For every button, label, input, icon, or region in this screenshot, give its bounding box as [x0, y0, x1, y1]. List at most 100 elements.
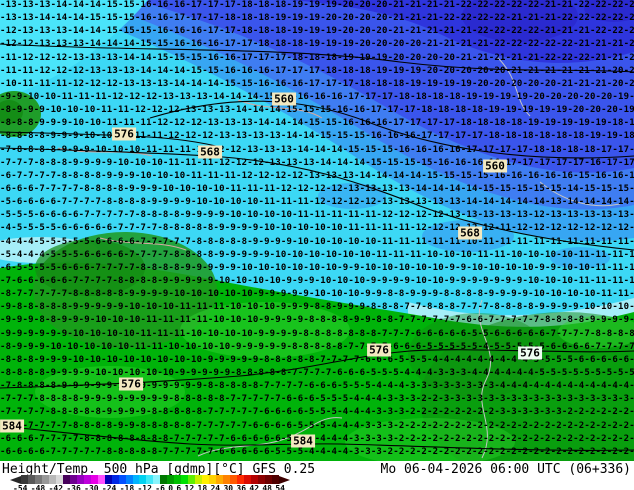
contour-label: 568 [198, 145, 222, 159]
contour-label: 560 [272, 92, 296, 106]
scale-segment [55, 475, 63, 484]
scale-segment [125, 475, 133, 484]
scale-tick-label: 42 [249, 484, 260, 490]
temp-row: -4-5-5-5-5-6-6-6-6-6-7-7-7-7-8-8-8-8-8-9… [0, 223, 634, 234]
scale-arrow-right-icon [279, 475, 290, 484]
scale-tick-label: -30 [84, 484, 99, 490]
scale-segment [153, 475, 161, 484]
scale-segment [209, 475, 217, 484]
scale-segment [48, 475, 56, 484]
scale-segment [188, 475, 196, 484]
scale-tick-label: 24 [210, 484, 221, 490]
scale-row [10, 475, 310, 484]
scale-tick-label: 12 [184, 484, 195, 490]
scale-tick-label: 54 [275, 484, 285, 490]
scale-segment [271, 475, 279, 484]
scale-segment [21, 475, 28, 484]
scale-tick-label: -12 [137, 484, 152, 490]
digit-field: -13-13-13-14-14-14-15-15-16-16-16-17-17-… [0, 0, 634, 461]
temp-row: -8-8-8-9-9-9-10-10-11-11-11-12-12-12-13-… [0, 118, 634, 129]
temp-row: -5-6-6-6-6-7-7-7-7-8-8-8-8-9-9-9-9-10-10… [0, 197, 634, 208]
scale-segment [104, 475, 112, 484]
temp-row: -13-13-14-14-14-15-15-15-16-16-17-17-17-… [0, 13, 634, 24]
scale-segment [27, 475, 35, 484]
map-area: -13-13-13-14-14-14-15-15-16-16-16-17-17-… [0, 0, 634, 461]
scale-segment [257, 475, 265, 484]
scale-segment [237, 475, 244, 484]
contour-label: 576 [112, 127, 136, 141]
scale-segment [244, 475, 251, 484]
temp-row: -7-7-7-8-8-8-8-9-9-9-9-9-9-9-9-8-8-8-8-8… [0, 394, 634, 405]
temp-row: -5-4-4-4-5-5-5-6-6-6-6-7-7-7-7-8-8-8-8-9… [0, 249, 634, 260]
scale-segment [69, 475, 77, 484]
temp-row: -11-12-12-12-13-13-13-14-14-15-15-15-16-… [0, 52, 634, 63]
scale-tick-label: -48 [30, 484, 46, 490]
contour-label: 576 [367, 343, 391, 357]
contour-label: 576 [119, 377, 143, 391]
scale-tick-label: 6 [176, 484, 182, 490]
scale-segment [160, 475, 168, 484]
scale-color-bar [21, 475, 279, 484]
scale-labels: -54 -48 -42 -36 -30 -24 -18 -12 -6 0 6 12 18 24 30 36 42… [13, 484, 285, 490]
temp-row: -9-9-9-8-8-9-9-9-10-10-10-11-11-11-11-10… [0, 315, 634, 326]
temp-row: -5-5-5-6-6-6-6-7-7-7-7-7-8-8-8-8-9-9-9-9… [0, 210, 634, 221]
scale-segment [118, 475, 126, 484]
temp-row: -8-7-7-7-7-7-8-8-8-8-8-9-9-9-9-10-10-10-… [0, 289, 634, 300]
temp-row: -12-12-13-13-13-14-14-14-15-15-16-16-16-… [0, 39, 634, 50]
scale-tick-label: -42 [48, 484, 64, 490]
scale-segment [264, 475, 272, 484]
footer-bar: Height/Temp. 500 hPa [gdmp][°C] GFS 0.25… [0, 461, 634, 490]
temp-row: -6-7-7-7-7-8-8-8-8-9-9-9-10-10-10-11-11-… [0, 170, 634, 181]
temp-row: -9-9-10-10-11-11-11-12-12-12-13-13-13-14… [0, 91, 634, 102]
scale-tick-label: 48 [262, 484, 272, 490]
scale-tick-label: -18 [119, 484, 135, 490]
weather-map-frame: -13-13-13-14-14-14-15-15-16-16-16-17-17-… [0, 0, 634, 490]
scale-tick-label: -24 [101, 484, 117, 490]
scale-segment [132, 475, 140, 484]
temp-row: -6-6-6-7-7-7-7-8-8-8-8-8-8-8-8-7-7-7-7-7… [0, 433, 634, 444]
temp-row: -7-8-8-8-8-9-9-9-9-9-10-10-9-9-9-9-9-8-8… [0, 381, 634, 392]
scale-segment [223, 475, 231, 484]
temp-row: -7-8-8-8-8-9-9-9-10-10-10-11-11-11-12-12… [0, 144, 634, 155]
temp-row: -7-6-6-6-6-6-7-7-7-7-8-8-8-8-9-9-9-9-9-1… [0, 275, 634, 286]
temp-row: -8-8-8-8-9-9-9-10-10-10-11-11-12-12-12-1… [0, 131, 634, 142]
scale-segment [83, 475, 91, 484]
scale-segment [146, 475, 154, 484]
temperature-scale: -54 -48 -42 -36 -30 -24 -18 -12 -6 0 6 12 18 24 30 36 42… [10, 475, 310, 490]
scale-tick-label: 36 [236, 484, 247, 490]
scale-segment [167, 475, 175, 484]
scale-segment [76, 475, 84, 484]
temp-row: -4-4-4-5-5-5-5-5-6-6-6-6-7-7-7-7-7-8-8-8… [0, 236, 634, 247]
temp-row: -7-7-7-7-8-8-8-8-8-9-9-9-9-8-8-8-8-8-7-7… [0, 407, 634, 418]
scale-tick-label: 0 [168, 484, 174, 490]
scale-segment [111, 475, 119, 484]
temp-row: -6-6-6-7-7-7-7-8-8-8-8-9-9-9-10-10-10-10… [0, 183, 634, 194]
valid-time: Mo 06-04-2026 06:00 UTC (06+336) [380, 462, 631, 477]
temp-row: -6-5-5-5-5-6-6-6-7-7-7-7-8-8-8-8-9-9-9-9… [0, 262, 634, 273]
scale-segment [174, 475, 182, 484]
contour-label: 584 [291, 434, 315, 448]
temp-row: -6-7-7-7-7-7-8-8-8-8-9-9-8-8-8-8-8-7-7-7… [0, 420, 634, 431]
scale-tick-label: 30 [223, 484, 234, 490]
scale-segment [62, 475, 70, 484]
contour-label: 568 [458, 226, 482, 240]
temp-row: -10-11-11-11-12-12-12-13-13-13-14-14-14-… [0, 78, 634, 89]
contour-label: 584 [0, 419, 24, 433]
temp-row: -8-8-8-8-9-9-9-9-10-10-10-10-10-9-9-9-9-… [0, 367, 634, 378]
scale-arrow-left-icon [10, 475, 21, 484]
scale-tick-label: -36 [66, 484, 81, 490]
temp-row: -9-9-9-9-9-9-10-10-10-10-11-11-11-10-10-… [0, 328, 634, 339]
scale-segment [181, 475, 189, 484]
scale-segment [202, 475, 210, 484]
scale-segment [195, 475, 203, 484]
scale-segment [90, 475, 98, 484]
scale-tick-label: -54 [13, 484, 28, 490]
temp-row: -7-7-7-8-8-8-9-9-9-9-10-10-10-11-11-11-1… [0, 157, 634, 168]
scale-segment [34, 475, 42, 484]
contour-label: 576 [518, 346, 542, 360]
scale-tick-label: 18 [197, 484, 208, 490]
temp-row: -13-13-13-14-14-14-15-15-16-16-16-17-17-… [0, 0, 634, 10]
scale-segment [230, 475, 238, 484]
scale-segment [216, 475, 224, 484]
temp-row: -8-9-9-9-10-10-10-11-11-12-12-12-13-13-1… [0, 105, 634, 116]
